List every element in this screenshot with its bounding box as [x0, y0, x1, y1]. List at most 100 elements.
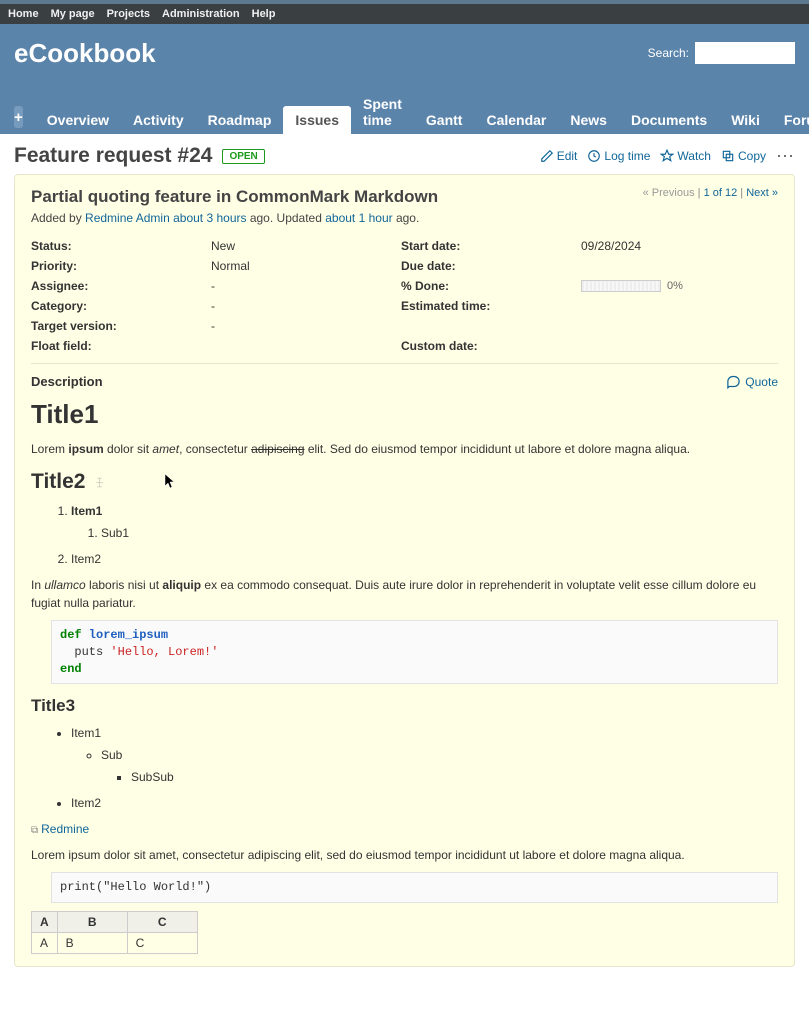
- done-progress: 0%: [581, 279, 778, 293]
- watch-label: Watch: [677, 149, 711, 163]
- author-user-link[interactable]: Redmine Admin: [85, 211, 170, 225]
- external-link[interactable]: Redmine: [31, 822, 89, 836]
- startdate-label: Start date:: [401, 239, 581, 253]
- search-label: Search:: [648, 46, 689, 60]
- tab-wiki[interactable]: Wiki: [719, 106, 772, 134]
- progress-bar: [581, 280, 661, 292]
- quote-button[interactable]: Quote: [726, 374, 778, 389]
- add-button[interactable]: +: [14, 106, 23, 128]
- more-actions-icon[interactable]: ⋯: [776, 146, 795, 167]
- pencil-icon: [540, 149, 554, 163]
- issue-details: Partial quoting feature in CommonMark Ma…: [14, 174, 795, 967]
- th: C: [127, 912, 197, 933]
- priority-value: Normal: [211, 259, 401, 273]
- cursor-icon: [164, 473, 176, 492]
- issue-actions: Edit Log time Watch Copy ⋯: [540, 146, 795, 167]
- project-title: eCookbook: [14, 38, 156, 69]
- paragraph-anchor-icon[interactable]: [93, 476, 106, 489]
- td: C: [127, 933, 197, 954]
- list-item: Item1 Sub SubSub: [71, 724, 778, 786]
- watch-button[interactable]: Watch: [660, 149, 711, 163]
- status-value: New: [211, 239, 401, 253]
- pager-prev: « Previous: [643, 187, 695, 199]
- desc-p3: Lorem ipsum dolor sit amet, consectetur …: [31, 846, 778, 864]
- desc-ul: Item1 Sub SubSub Item2: [71, 724, 778, 812]
- table-row: A B C: [32, 933, 198, 954]
- list-item: SubSub: [131, 768, 778, 786]
- issue-subject: Partial quoting feature in CommonMark Ma…: [31, 187, 438, 207]
- nav-admin[interactable]: Administration: [162, 8, 240, 20]
- clock-icon: [587, 149, 601, 163]
- tab-overview[interactable]: Overview: [35, 106, 121, 134]
- startdate-value: 09/28/2024: [581, 239, 778, 253]
- category-label: Category:: [31, 299, 211, 313]
- tab-news[interactable]: News: [558, 106, 619, 134]
- target-value: -: [211, 319, 401, 333]
- main-menu: + Overview Activity Roadmap Issues Spent…: [14, 90, 795, 134]
- desc-table: A B C A B C: [31, 911, 198, 954]
- search-wrap: Search:: [648, 42, 795, 64]
- logtime-button[interactable]: Log time: [587, 149, 650, 163]
- duedate-value: [581, 259, 778, 273]
- copy-label: Copy: [738, 149, 766, 163]
- target-label: Target version:: [31, 319, 211, 333]
- assignee-label: Assignee:: [31, 279, 211, 293]
- estimatedtime-value: [581, 299, 778, 313]
- td: B: [57, 933, 127, 954]
- float-value: [211, 339, 401, 353]
- edit-button[interactable]: Edit: [540, 149, 578, 163]
- nav-help[interactable]: Help: [252, 8, 276, 20]
- content: Feature request #24 OPEN Edit Log time W…: [0, 134, 809, 977]
- description-label: Description: [31, 374, 103, 389]
- nav-mypage[interactable]: My page: [51, 8, 95, 20]
- code-block-ruby: def lorem_ipsum puts 'Hello, Lorem!' end: [51, 620, 778, 684]
- search-input[interactable]: [695, 42, 795, 64]
- nav-projects[interactable]: Projects: [107, 8, 150, 20]
- tab-documents[interactable]: Documents: [619, 106, 719, 134]
- created-time-link[interactable]: about 3 hours: [173, 211, 246, 225]
- desc-p1: Lorem ipsum dolor sit amet, consectetur …: [31, 440, 778, 458]
- td: A: [32, 933, 58, 954]
- table-header-row: A B C: [32, 912, 198, 933]
- copy-button[interactable]: Copy: [721, 149, 766, 163]
- assignee-value: -: [211, 279, 401, 293]
- th: A: [32, 912, 58, 933]
- issue-pager: « Previous | 1 of 12 | Next »: [643, 187, 778, 199]
- tab-activity[interactable]: Activity: [121, 106, 196, 134]
- separator: [31, 363, 778, 364]
- desc-p2: In ullamco laboris nisi ut aliquip ex ea…: [31, 576, 778, 612]
- list-item: Item1 Sub1: [71, 502, 778, 542]
- done-label: % Done:: [401, 279, 581, 293]
- nav-home[interactable]: Home: [8, 8, 39, 20]
- estimatedtime-label: Estimated time:: [401, 299, 581, 313]
- logtime-label: Log time: [604, 149, 650, 163]
- float-label: Float field:: [31, 339, 211, 353]
- priority-label: Priority:: [31, 259, 211, 273]
- star-icon: [660, 149, 674, 163]
- desc-h1: Title1: [31, 399, 778, 430]
- tab-roadmap[interactable]: Roadmap: [196, 106, 284, 134]
- th: B: [57, 912, 127, 933]
- done-value: 0%: [667, 280, 683, 292]
- pager-position[interactable]: 1 of 12: [704, 187, 738, 199]
- comment-icon: [726, 374, 741, 389]
- tab-gantt[interactable]: Gantt: [414, 106, 475, 134]
- list-item: Sub1: [101, 524, 778, 542]
- tab-forums[interactable]: Forums: [772, 106, 809, 134]
- list-item: Item2: [71, 794, 778, 812]
- pager-next[interactable]: Next »: [746, 187, 778, 199]
- tab-issues[interactable]: Issues: [283, 106, 351, 134]
- customdate-value: [581, 339, 778, 353]
- customdate-label: Custom date:: [401, 339, 581, 353]
- description-body: Title1 Lorem ipsum dolor sit amet, conse…: [31, 399, 778, 954]
- tab-calendar[interactable]: Calendar: [474, 106, 558, 134]
- status-label: Status:: [31, 239, 211, 253]
- list-item: Item2: [71, 550, 778, 568]
- status-badge: OPEN: [222, 149, 264, 164]
- issue-author: Added by Redmine Admin about 3 hours ago…: [31, 211, 778, 225]
- tab-spent-time[interactable]: Spent time: [351, 90, 414, 134]
- list-item: Sub SubSub: [101, 746, 778, 786]
- updated-time-link[interactable]: about 1 hour: [325, 211, 392, 225]
- quote-label: Quote: [745, 375, 778, 389]
- desc-h2: Title2: [31, 470, 778, 494]
